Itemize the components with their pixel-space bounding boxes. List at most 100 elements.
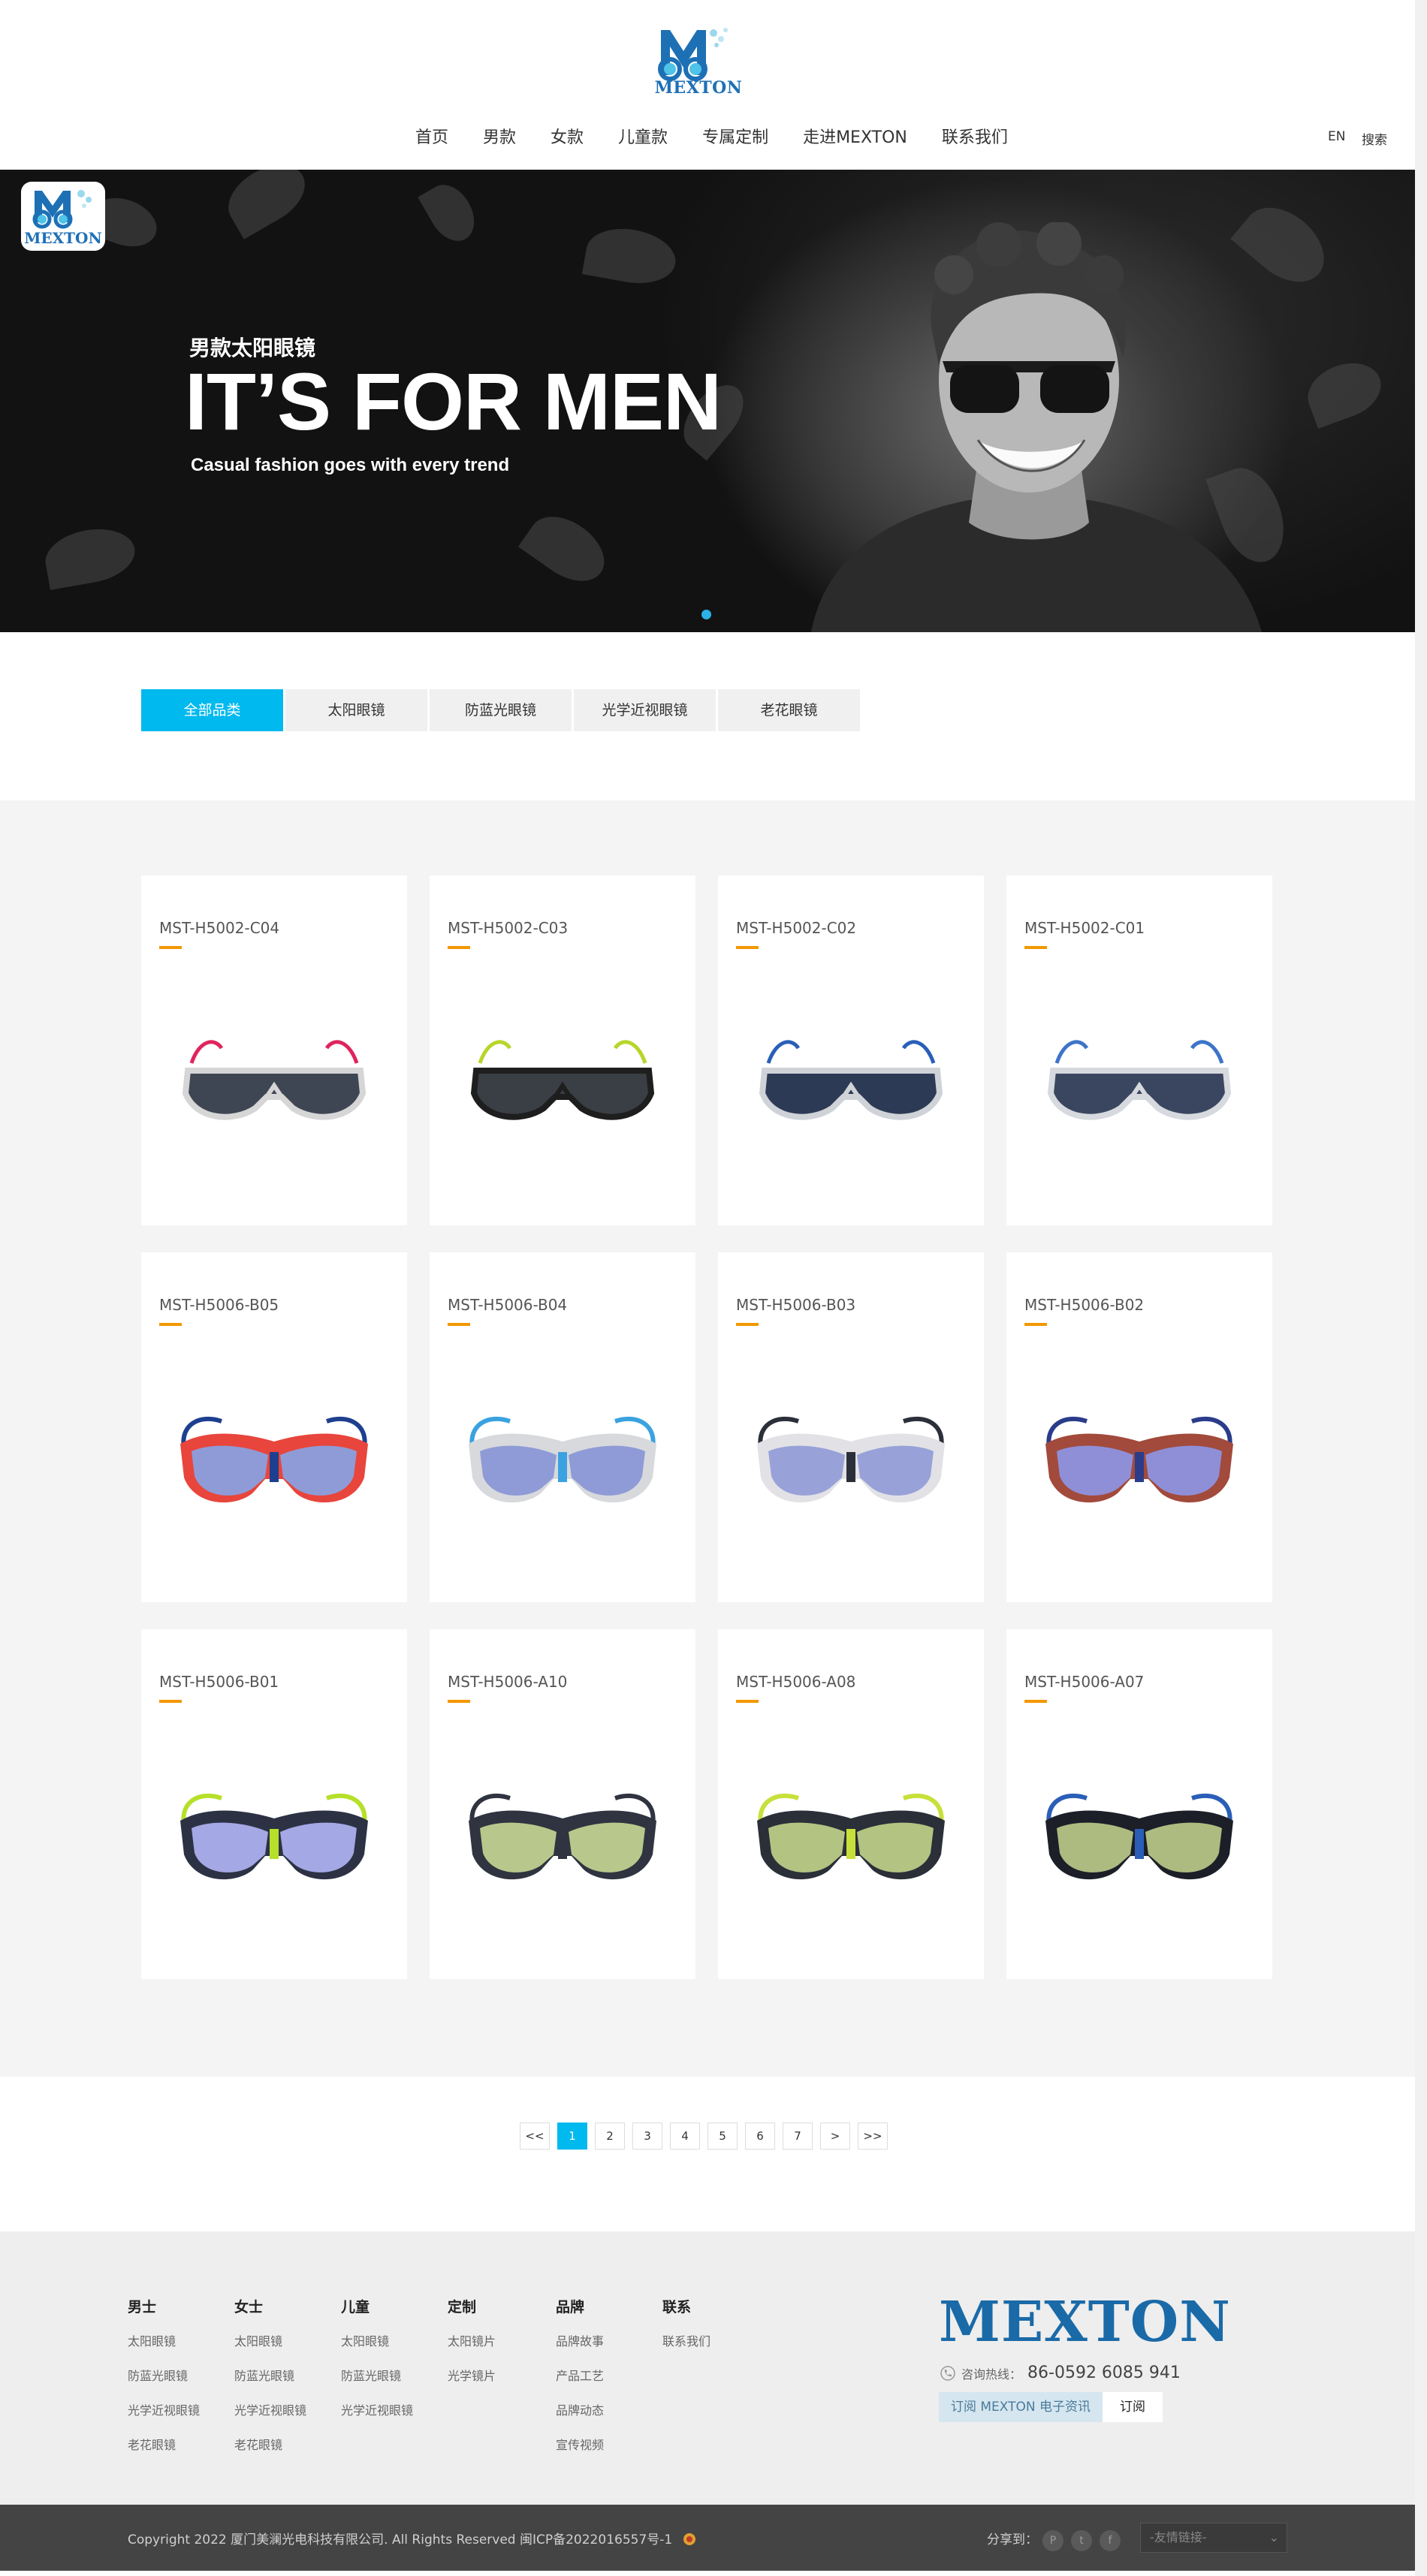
product-code[interactable]: MST-H5006-B04 <box>448 1296 567 1314</box>
scrollbar[interactable] <box>1415 0 1427 2576</box>
footer-link[interactable]: 产品工艺 <box>556 2366 604 2384</box>
product-code[interactable]: MST-H5006-B02 <box>1024 1296 1144 1314</box>
footer-link[interactable]: 太阳镜片 <box>448 2331 496 2349</box>
main-nav: 首页 男款 女款 儿童款 专属定制 走进MEXTON 联系我们 <box>398 125 1025 152</box>
product-card[interactable]: MST-H5006-A08 <box>718 1629 984 1979</box>
footer-link[interactable]: 光学近视眼镜 <box>341 2400 413 2418</box>
product-image[interactable] <box>1027 1395 1252 1523</box>
product-image[interactable] <box>161 1395 387 1523</box>
product-card[interactable]: MST-H5002-C02 <box>718 875 984 1225</box>
nav-custom[interactable]: 专属定制 <box>685 125 786 152</box>
tab-reading[interactable]: 老花眼镜 <box>718 689 860 731</box>
footer-link[interactable]: 老花眼镜 <box>128 2435 200 2453</box>
tab-all[interactable]: 全部品类 <box>141 689 283 731</box>
page: MEXTON 首页 男款 女款 儿童款 专属定制 走进MEXTON 联系我们 E… <box>0 0 1415 2576</box>
product-image[interactable] <box>1027 1772 1252 1900</box>
product-card[interactable]: MST-H5006-A07 <box>1006 1629 1272 1979</box>
nav-contact[interactable]: 联系我们 <box>925 125 1025 152</box>
footer-link[interactable]: 品牌动态 <box>556 2400 604 2418</box>
carousel-dot[interactable] <box>701 610 711 619</box>
copyright-text: Copyright 2022 厦门美澜光电科技有限公司. All Rights … <box>128 2532 673 2547</box>
product-code[interactable]: MST-H5002-C03 <box>448 919 568 937</box>
footer-link[interactable]: 防蓝光眼镜 <box>341 2366 413 2384</box>
product-code[interactable]: MST-H5006-A10 <box>448 1673 567 1691</box>
page-5[interactable]: 5 <box>707 2123 738 2150</box>
product-code[interactable]: MST-H5006-A08 <box>736 1673 855 1691</box>
twitter-icon[interactable]: t <box>1071 2530 1092 2551</box>
footer-link[interactable]: 联系我们 <box>662 2331 710 2349</box>
product-card[interactable]: MST-H5002-C03 <box>430 875 695 1225</box>
product-card[interactable]: MST-H5006-B05 <box>141 1252 407 1602</box>
product-code[interactable]: MST-H5006-A07 <box>1024 1673 1144 1691</box>
nav-men[interactable]: 男款 <box>466 125 533 152</box>
footer-link[interactable]: 光学近视眼镜 <box>234 2400 306 2418</box>
page-7[interactable]: 7 <box>783 2123 813 2150</box>
product-card[interactable]: MST-H5006-A10 <box>430 1629 695 1979</box>
product-card[interactable]: MST-H5006-B02 <box>1006 1252 1272 1602</box>
page-last[interactable]: >> <box>858 2123 888 2150</box>
model-photo <box>811 222 1262 632</box>
language-switch[interactable]: EN <box>1328 129 1345 144</box>
product-image[interactable] <box>738 1772 964 1900</box>
pinterest-icon[interactable]: P <box>1042 2530 1063 2551</box>
footer-link[interactable]: 光学镜片 <box>448 2366 496 2384</box>
footer-link[interactable]: 光学近视眼镜 <box>128 2400 200 2418</box>
page-4[interactable]: 4 <box>670 2123 700 2150</box>
subscribe-button[interactable]: 订阅 <box>1103 2392 1163 2422</box>
nav-about[interactable]: 走进MEXTON <box>786 125 925 152</box>
facebook-icon[interactable]: f <box>1100 2530 1121 2551</box>
product-image[interactable] <box>450 1772 675 1900</box>
product-image[interactable] <box>1027 1018 1252 1146</box>
product-code[interactable]: MST-H5002-C01 <box>1024 919 1145 937</box>
footer-heading: 品牌 <box>556 2299 585 2315</box>
page-next[interactable]: > <box>820 2123 850 2150</box>
page-2[interactable]: 2 <box>595 2123 625 2150</box>
product-card[interactable]: MST-H5002-C04 <box>141 875 407 1225</box>
product-image[interactable] <box>450 1395 675 1523</box>
nav-women[interactable]: 女款 <box>533 125 601 152</box>
product-card[interactable]: MST-H5006-B01 <box>141 1629 407 1979</box>
product-card[interactable]: MST-H5002-C01 <box>1006 875 1272 1225</box>
product-image[interactable] <box>738 1395 964 1523</box>
page-first[interactable]: << <box>520 2123 550 2150</box>
product-image[interactable] <box>450 1018 675 1146</box>
footer-col-custom: 定制 太阳镜片 光学镜片 <box>448 2296 496 2400</box>
footer-link[interactable]: 防蓝光眼镜 <box>128 2366 200 2384</box>
footer-link[interactable]: 太阳眼镜 <box>341 2331 413 2349</box>
product-code[interactable]: MST-H5006-B03 <box>736 1296 855 1314</box>
nav-home[interactable]: 首页 <box>398 125 466 152</box>
bottom-bar: Copyright 2022 厦门美澜光电科技有限公司. All Rights … <box>0 2505 1415 2571</box>
product-code[interactable]: MST-H5006-B05 <box>159 1296 279 1314</box>
pagination-area: << 1 2 3 4 5 6 7 > >> <box>0 2077 1415 2231</box>
title-underline <box>448 1700 470 1703</box>
header: MEXTON 首页 男款 女款 儿童款 专属定制 走进MEXTON 联系我们 E… <box>0 0 1415 170</box>
product-image[interactable] <box>161 1018 387 1146</box>
product-card[interactable]: MST-H5006-B03 <box>718 1252 984 1602</box>
friend-links-select[interactable]: -友情链接- ⌄ <box>1140 2523 1287 2553</box>
product-card[interactable]: MST-H5006-B04 <box>430 1252 695 1602</box>
tab-blue-light[interactable]: 防蓝光眼镜 <box>430 689 572 731</box>
product-code[interactable]: MST-H5006-B01 <box>159 1673 279 1691</box>
title-underline <box>448 946 470 949</box>
category-filter: 全部品类 太阳眼镜 防蓝光眼镜 光学近视眼镜 老花眼镜 <box>0 632 1415 800</box>
footer-link[interactable]: 太阳眼镜 <box>234 2331 306 2349</box>
page-6[interactable]: 6 <box>745 2123 775 2150</box>
search-link[interactable]: 搜索 <box>1362 129 1387 148</box>
footer-link[interactable]: 防蓝光眼镜 <box>234 2366 306 2384</box>
product-image[interactable] <box>738 1018 964 1146</box>
tab-optical[interactable]: 光学近视眼镜 <box>574 689 716 731</box>
footer-link[interactable]: 宣传视频 <box>556 2435 604 2453</box>
product-code[interactable]: MST-H5002-C02 <box>736 919 856 937</box>
hotline: 咨询热线： 86-0592 6085 941 <box>940 2364 1181 2382</box>
footer-link[interactable]: 老花眼镜 <box>234 2435 306 2453</box>
page-1[interactable]: 1 <box>557 2123 587 2150</box>
police-badge-icon[interactable] <box>683 2532 696 2546</box>
page-3[interactable]: 3 <box>632 2123 662 2150</box>
footer-link[interactable]: 太阳眼镜 <box>128 2331 200 2349</box>
product-code[interactable]: MST-H5002-C04 <box>159 919 279 937</box>
nav-kids[interactable]: 儿童款 <box>601 125 685 152</box>
product-image[interactable] <box>161 1772 387 1900</box>
tab-sunglasses[interactable]: 太阳眼镜 <box>285 689 427 731</box>
footer-link[interactable]: 品牌故事 <box>556 2331 604 2349</box>
category-tabs: 全部品类 太阳眼镜 防蓝光眼镜 光学近视眼镜 老花眼镜 <box>141 689 860 731</box>
